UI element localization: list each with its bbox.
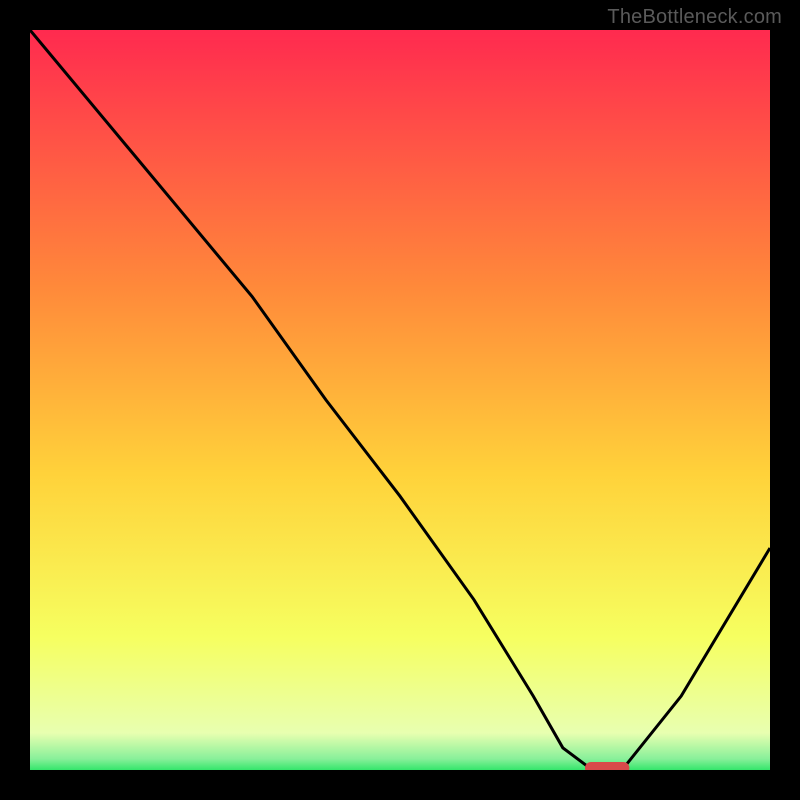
- gradient-background: [30, 30, 770, 770]
- optimal-marker: [585, 762, 629, 770]
- plot-area: [30, 30, 770, 770]
- chart-frame: TheBottleneck.com: [0, 0, 800, 800]
- chart-svg: [30, 30, 770, 770]
- watermark-text: TheBottleneck.com: [607, 6, 782, 29]
